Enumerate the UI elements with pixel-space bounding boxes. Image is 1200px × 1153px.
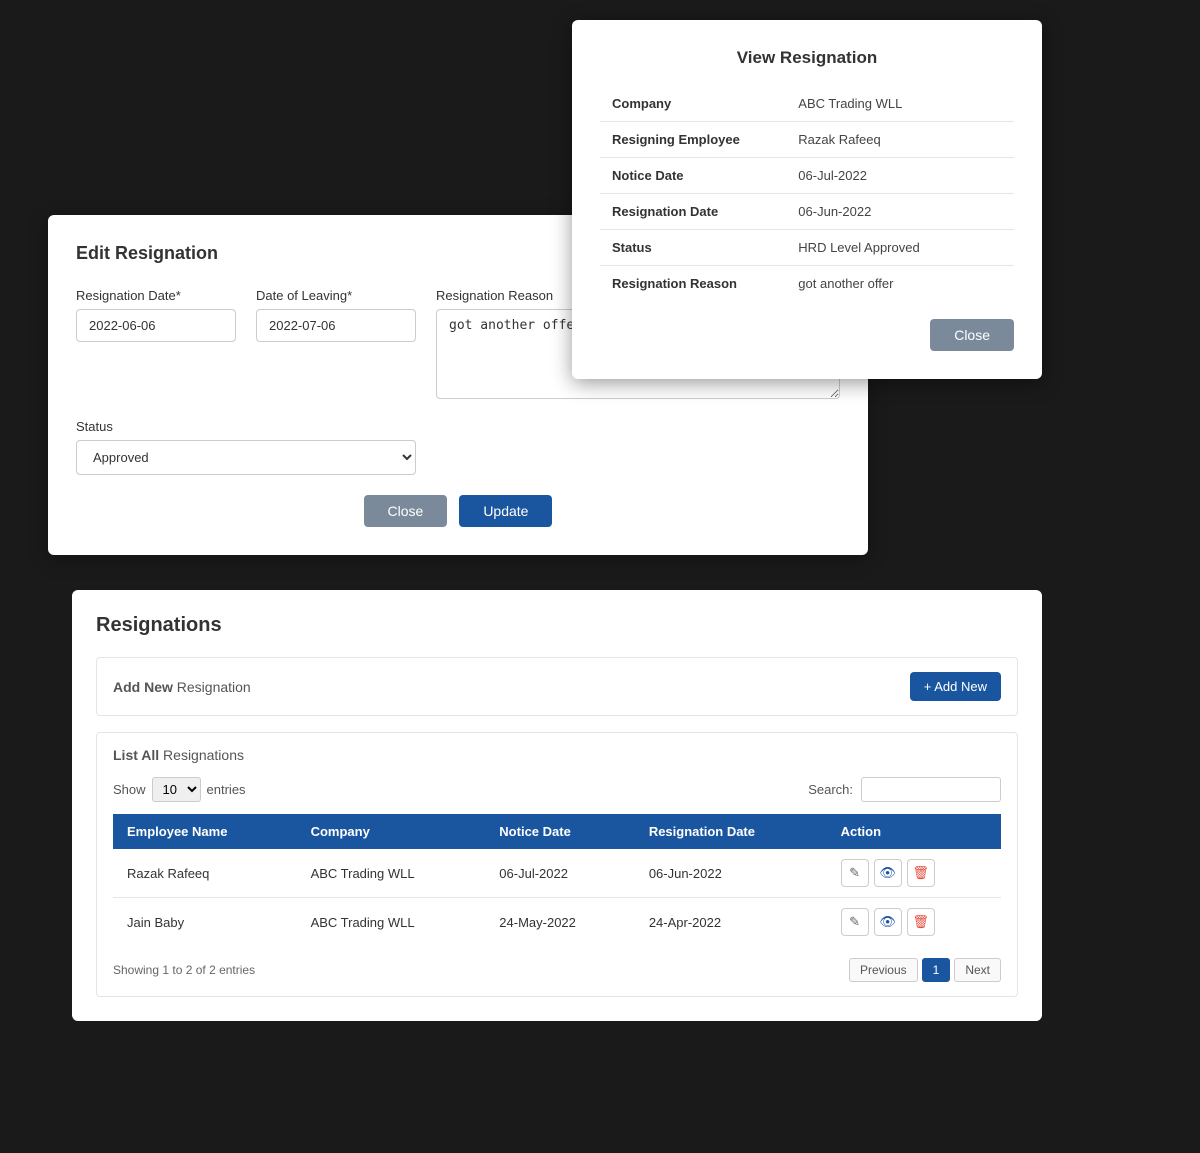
edit-action-button[interactable]: ✎	[841, 859, 869, 887]
list-header: List All Resignations	[113, 747, 1001, 763]
status-group: Status Approved	[76, 419, 416, 475]
resignation-date-group: Resignation Date*	[76, 288, 236, 399]
search-box: Search:	[808, 777, 1001, 802]
view-field-value: ABC Trading WLL	[786, 86, 1014, 122]
view-field-label: Notice Date	[600, 158, 786, 194]
cell-employee-name: Jain Baby	[113, 898, 297, 947]
date-of-leaving-label: Date of Leaving*	[256, 288, 416, 303]
cell-employee-name: Razak Rafeeq	[113, 849, 297, 898]
resignations-title: Resignations	[96, 614, 1018, 637]
edit-panel-footer: Close Update	[76, 495, 840, 527]
prev-button[interactable]: Previous	[849, 958, 918, 982]
view-table-row: Resignation Date06-Jun-2022	[600, 194, 1014, 230]
action-buttons: ✎ 👁 🗑	[841, 908, 987, 936]
table-col-header: Action	[827, 814, 1001, 849]
search-input[interactable]	[861, 777, 1001, 802]
view-action-button[interactable]: 👁	[874, 859, 902, 887]
table-row: Razak Rafeeq ABC Trading WLL 06-Jul-2022…	[113, 849, 1001, 898]
view-field-label: Resignation Reason	[600, 266, 786, 302]
view-field-label: Company	[600, 86, 786, 122]
show-entries: Show 10 entries	[113, 777, 246, 802]
view-field-value: 06-Jun-2022	[786, 194, 1014, 230]
cell-notice-date: 06-Jul-2022	[485, 849, 635, 898]
next-button[interactable]: Next	[954, 958, 1001, 982]
pagination: Previous 1 Next	[849, 958, 1001, 982]
cell-action: ✎ 👁 🗑	[827, 898, 1001, 947]
view-details-table: CompanyABC Trading WLLResigning Employee…	[600, 86, 1014, 301]
view-field-label: Status	[600, 230, 786, 266]
view-action-button[interactable]: 👁	[874, 908, 902, 936]
view-modal-footer: Close	[600, 319, 1014, 351]
cell-resignation-date: 24-Apr-2022	[635, 898, 827, 947]
status-label: Status	[76, 419, 416, 434]
add-new-section: Add New Resignation + Add New	[96, 657, 1018, 716]
cell-company: ABC Trading WLL	[297, 898, 486, 947]
edit-close-button[interactable]: Close	[364, 495, 448, 527]
resignations-panel: Resignations Add New Resignation + Add N…	[72, 590, 1042, 1021]
table-col-header: Company	[297, 814, 486, 849]
add-new-label: Add New Resignation	[113, 679, 251, 695]
delete-action-button[interactable]: 🗑	[907, 908, 935, 936]
table-body: Razak Rafeeq ABC Trading WLL 06-Jul-2022…	[113, 849, 1001, 946]
view-field-value: got another offer	[786, 266, 1014, 302]
table-head: Employee NameCompanyNotice DateResignati…	[113, 814, 1001, 849]
edit-update-button[interactable]: Update	[459, 495, 552, 527]
list-section: List All Resignations Show 10 entries Se…	[96, 732, 1018, 997]
delete-action-button[interactable]: 🗑	[907, 859, 935, 887]
resignation-date-input[interactable]	[76, 309, 236, 342]
view-table-row: CompanyABC Trading WLL	[600, 86, 1014, 122]
view-resignation-modal: View Resignation CompanyABC Trading WLLR…	[572, 20, 1042, 379]
view-table-row: StatusHRD Level Approved	[600, 230, 1014, 266]
view-table-row: Notice Date06-Jul-2022	[600, 158, 1014, 194]
showing-text: Showing 1 to 2 of 2 entries	[113, 963, 255, 977]
resignations-table: Employee NameCompanyNotice DateResignati…	[113, 814, 1001, 946]
cell-notice-date: 24-May-2022	[485, 898, 635, 947]
entries-label: entries	[207, 782, 246, 797]
view-field-label: Resignation Date	[600, 194, 786, 230]
table-row: Jain Baby ABC Trading WLL 24-May-2022 24…	[113, 898, 1001, 947]
edit-action-button[interactable]: ✎	[841, 908, 869, 936]
resignation-date-label: Resignation Date*	[76, 288, 236, 303]
action-buttons: ✎ 👁 🗑	[841, 859, 987, 887]
date-of-leaving-input[interactable]	[256, 309, 416, 342]
entries-select[interactable]: 10	[152, 777, 201, 802]
view-table-row: Resignation Reasongot another offer	[600, 266, 1014, 302]
view-modal-title: View Resignation	[600, 48, 1014, 68]
add-new-button[interactable]: + Add New	[910, 672, 1001, 701]
date-of-leaving-group: Date of Leaving*	[256, 288, 416, 399]
status-select[interactable]: Approved	[76, 440, 416, 475]
view-close-button[interactable]: Close	[930, 319, 1014, 351]
cell-resignation-date: 06-Jun-2022	[635, 849, 827, 898]
table-header-row: Employee NameCompanyNotice DateResignati…	[113, 814, 1001, 849]
view-field-label: Resigning Employee	[600, 122, 786, 158]
cell-company: ABC Trading WLL	[297, 849, 486, 898]
view-table-row: Resigning EmployeeRazak Rafeeq	[600, 122, 1014, 158]
search-label: Search:	[808, 782, 853, 797]
table-footer: Showing 1 to 2 of 2 entries Previous 1 N…	[113, 958, 1001, 982]
page-1-button[interactable]: 1	[922, 958, 951, 982]
table-col-header: Notice Date	[485, 814, 635, 849]
view-field-value: Razak Rafeeq	[786, 122, 1014, 158]
cell-action: ✎ 👁 🗑	[827, 849, 1001, 898]
form-row-status: Status Approved	[76, 419, 840, 475]
show-label: Show	[113, 782, 146, 797]
table-col-header: Employee Name	[113, 814, 297, 849]
view-field-value: HRD Level Approved	[786, 230, 1014, 266]
table-col-header: Resignation Date	[635, 814, 827, 849]
view-field-value: 06-Jul-2022	[786, 158, 1014, 194]
list-controls: Show 10 entries Search:	[113, 777, 1001, 802]
